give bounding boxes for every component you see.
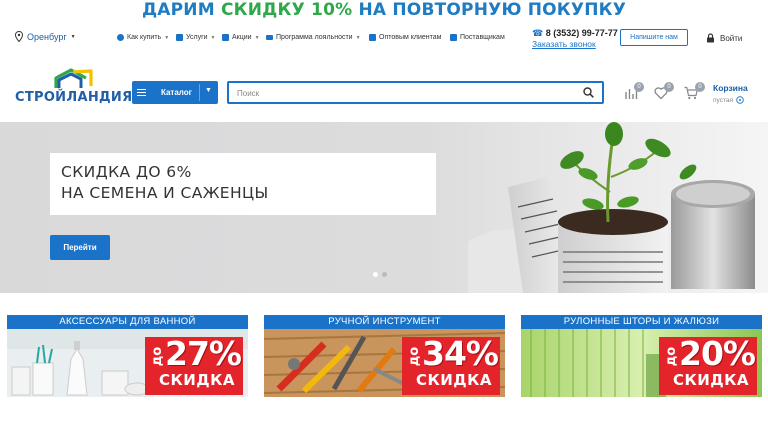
discount-prefix: до xyxy=(407,346,423,367)
discount-word: СКИДКА xyxy=(409,370,499,391)
slider-dots xyxy=(373,272,387,277)
discount-prefix: до xyxy=(664,346,680,367)
nav-label: Оптовым клиентам xyxy=(379,34,442,41)
search-input[interactable] xyxy=(229,84,569,103)
nav-loyalty[interactable]: Программа лояльности ▼ xyxy=(266,34,361,41)
cart-status-text: пустая xyxy=(713,96,733,104)
chevron-down-icon: ▼ xyxy=(210,34,216,41)
promo-banner[interactable]: ДАРИМ СКИДКУ 10% НА ПОВТОРНУЮ ПОКУПКУ xyxy=(0,0,768,22)
lock-icon xyxy=(707,33,714,43)
promo-text-discount: СКИДКУ 10% xyxy=(220,0,353,20)
nav-promotions[interactable]: Акции ▼ xyxy=(222,34,260,41)
promo-text-start: ДАРИМ xyxy=(141,0,221,20)
divider xyxy=(199,84,200,101)
discount-badge: до 20% СКИДКА xyxy=(659,337,757,395)
phone-block: ☎ 8 (3532) 99-77-77 Заказать звонок xyxy=(532,28,618,50)
search-box xyxy=(227,81,604,104)
nav-services[interactable]: Услуги ▼ xyxy=(176,34,215,41)
login-label: Войти xyxy=(720,33,743,43)
nav-suppliers[interactable]: Поставщикам xyxy=(450,34,505,41)
chevron-down-icon: ▼ xyxy=(254,34,260,41)
discount-percent: 20% xyxy=(679,334,756,373)
nav-label: Услуги xyxy=(186,34,208,41)
card-icon xyxy=(266,35,273,40)
truck-icon xyxy=(450,34,457,41)
category-title: АКСЕССУАРЫ ДЛЯ ВАННОЙ xyxy=(7,315,248,329)
slider-dot[interactable] xyxy=(382,272,387,277)
hero-go-button[interactable]: Перейти xyxy=(50,235,110,260)
discount-word: СКИДКА xyxy=(152,370,242,391)
location-pin-icon xyxy=(15,31,23,42)
boxes-icon xyxy=(369,34,376,41)
catalog-label: Каталог xyxy=(161,88,192,97)
chevron-down-icon: ▼ xyxy=(355,34,361,41)
discount-percent: 34% xyxy=(422,334,499,373)
category-tile-hand-tools[interactable]: РУЧНОЙ ИНСТРУМЕНТ до 34% СКИДКА xyxy=(264,315,505,397)
hero-slider[interactable]: СКИДКА ДО 6% НА СЕМЕНА И САЖЕНЦЫ Перейти xyxy=(0,122,768,293)
nav-label: Поставщикам xyxy=(460,34,505,41)
search-icon[interactable] xyxy=(583,87,594,98)
phone-icon: ☎ xyxy=(532,28,544,38)
discount-badge: до 27% СКИДКА xyxy=(145,337,243,395)
hero-title-line1: СКИДКА ДО 6% xyxy=(61,163,192,181)
city-name: Оренбург xyxy=(27,31,67,42)
plus-icon xyxy=(176,34,183,41)
phone-number[interactable]: 8 (3532) 99-77-77 xyxy=(546,28,618,38)
hero-title-line2: НА СЕМЕНА И САЖЕНЦЫ xyxy=(61,184,269,202)
promo-text-end: НА ПОВТОРНУЮ ПОКУПКУ xyxy=(352,0,627,20)
cart-count-badge: 0 xyxy=(695,82,705,92)
chevron-down-icon: ▼ xyxy=(70,33,76,40)
nav-label: Как купить xyxy=(127,34,162,41)
cart-title[interactable]: Корзина xyxy=(713,83,748,93)
discount-badge: до 34% СКИДКА xyxy=(402,337,500,395)
site-logo[interactable]: СТРОЙЛАНДИЯ xyxy=(15,68,132,106)
nav-wholesale[interactable]: Оптовым клиентам xyxy=(369,34,442,41)
chevron-down-icon: ▼ xyxy=(205,87,212,94)
login-link[interactable]: Войти xyxy=(706,33,742,43)
category-title: РУЧНОЙ ИНСТРУМЕНТ xyxy=(264,315,505,329)
category-title: РУЛОННЫЕ ШТОРЫ И ЖАЛЮЗИ xyxy=(521,315,762,329)
info-circle-icon xyxy=(736,96,744,104)
seedling-cans-image xyxy=(468,122,755,293)
menu-icon xyxy=(137,89,146,96)
city-selector[interactable]: Оренбург ▼ xyxy=(15,31,76,42)
callback-link[interactable]: Заказать звонок xyxy=(532,39,618,50)
nav-label: Программа лояльности xyxy=(276,34,353,41)
cart-status: пустая xyxy=(713,96,744,104)
category-promos: АКСЕССУАРЫ ДЛЯ ВАННОЙ до 27% СКИДКА РУЧН… xyxy=(0,315,768,397)
nav-how-to-buy[interactable]: Как купить ▼ xyxy=(117,34,169,41)
discount-word: СКИДКА xyxy=(666,370,756,391)
discount-percent: 27% xyxy=(165,334,242,373)
slider-dot-active[interactable] xyxy=(373,272,378,277)
compare-count-badge: 0 xyxy=(634,82,644,92)
nav-label: Акции xyxy=(232,34,252,41)
top-nav-bar: Оренбург ▼ Как купить ▼ Услуги ▼ Акции ▼… xyxy=(0,24,768,52)
catalog-button[interactable]: Каталог ▼ xyxy=(132,81,218,104)
chevron-down-icon: ▼ xyxy=(164,34,170,41)
category-tile-bath-accessories[interactable]: АКСЕССУАРЫ ДЛЯ ВАННОЙ до 27% СКИДКА xyxy=(7,315,248,397)
category-tile-roller-blinds[interactable]: РУЛОННЫЕ ШТОРЫ И ЖАЛЮЗИ до 20% СКИДКА xyxy=(521,315,762,397)
percent-icon xyxy=(222,34,229,41)
hero-caption: СКИДКА ДО 6% НА СЕМЕНА И САЖЕНЦЫ xyxy=(50,153,436,215)
discount-prefix: до xyxy=(150,346,166,367)
info-icon xyxy=(117,34,124,41)
favorites-count-badge: 0 xyxy=(664,82,674,92)
write-us-button[interactable]: Напишите нам xyxy=(620,29,688,46)
logo-text: СТРОЙЛАНДИЯ xyxy=(15,90,133,105)
